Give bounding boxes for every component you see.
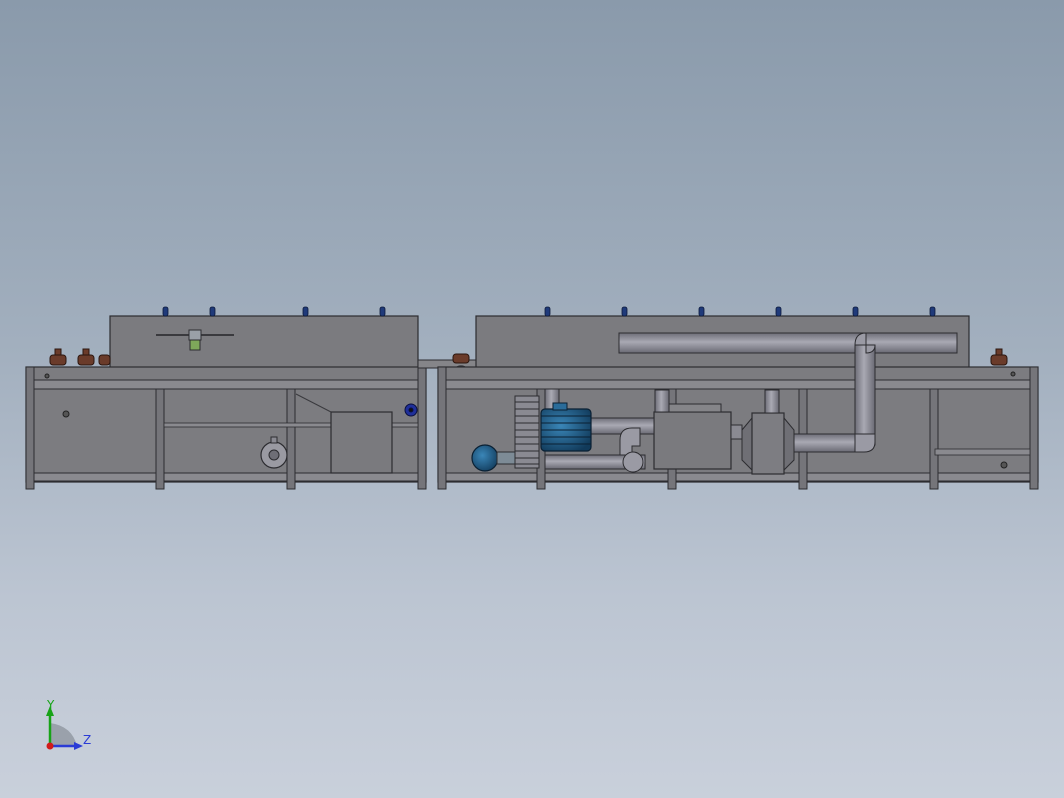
- heater-box-lid: [664, 403, 722, 413]
- left-bottom-rail: [25, 472, 427, 482]
- triad-z-arrow: [74, 742, 83, 750]
- right-roller: [990, 348, 1008, 366]
- left-top-rail: [25, 379, 427, 390]
- drive-sprocket: [404, 403, 418, 417]
- air-duct-riser: [854, 344, 876, 446]
- bolt: [209, 306, 216, 317]
- bearing-hole: [44, 373, 50, 379]
- right-module[interactable]: [437, 306, 1039, 490]
- bolt: [775, 306, 782, 317]
- bearing-hole: [1000, 461, 1008, 469]
- bolt: [162, 306, 169, 317]
- bolt: [544, 306, 551, 317]
- left-rollers: [49, 348, 111, 366]
- bearing-hole: [62, 410, 70, 418]
- heater-box: [653, 411, 732, 470]
- heater-pipe-top: [654, 389, 670, 413]
- bolt: [698, 306, 705, 317]
- left-module[interactable]: [25, 306, 427, 490]
- air-duct-lower: [793, 433, 865, 453]
- bolt: [929, 306, 936, 317]
- blower-fan-cage: [514, 395, 540, 469]
- return-pipe-cap: [622, 451, 644, 473]
- triad-shade: [50, 723, 77, 746]
- machine-assembly-model[interactable]: [0, 0, 1064, 798]
- left-hood-bolts: [162, 306, 386, 317]
- right-lower-shelf: [934, 448, 1031, 456]
- triad-z-label: Z: [83, 733, 92, 747]
- air-duct-horizontal: [618, 332, 958, 354]
- bridge-roller: [452, 353, 470, 364]
- cad-viewport[interactable]: Y Z: [0, 0, 1064, 798]
- bolt: [852, 306, 859, 317]
- duct-elbow-bottom: [854, 433, 876, 453]
- blower-motor: [540, 402, 592, 452]
- bolt: [379, 306, 386, 317]
- triad-y-label: Y: [47, 698, 55, 712]
- heater-connector: [730, 424, 743, 440]
- water-tank: [330, 411, 393, 474]
- right-bottom-rail: [437, 472, 1039, 482]
- bolt: [302, 306, 309, 317]
- coordinate-triad: [46, 706, 83, 750]
- bolt: [621, 306, 628, 317]
- triad-origin: [46, 742, 54, 750]
- right-hood-bolts: [544, 306, 936, 317]
- right-top-rail: [437, 379, 1039, 390]
- bearing-hole: [1010, 371, 1016, 377]
